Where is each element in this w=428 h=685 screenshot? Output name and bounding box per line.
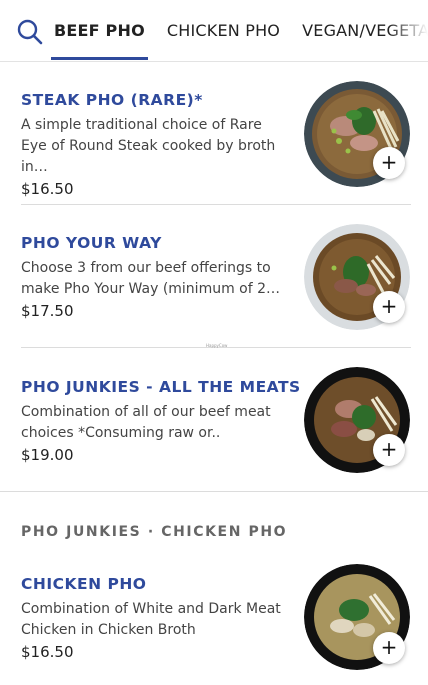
item-description: A simple traditional choice of Rare Eye … <box>21 117 276 175</box>
watermark: HappyCow <box>206 343 228 348</box>
item-divider <box>21 204 411 205</box>
add-to-cart-button[interactable]: + <box>373 632 405 664</box>
add-to-cart-button[interactable]: + <box>373 291 405 323</box>
item-description: Choose 3 from our beef offerings to make… <box>21 260 281 297</box>
category-tabs: BEEF PHO CHICKEN PHO VEGAN/VEGETARIAN <box>51 0 428 61</box>
tab-beef-pho[interactable]: BEEF PHO <box>51 0 148 61</box>
section-divider <box>0 491 428 492</box>
search-icon <box>17 19 43 45</box>
add-to-cart-button[interactable]: + <box>373 147 405 179</box>
item-description: Combination of all of our beef meat choi… <box>21 404 271 441</box>
section-heading: PHO JUNKIES · CHICKEN PHO <box>21 524 288 540</box>
add-to-cart-button[interactable]: + <box>373 434 405 466</box>
tab-vegan-vegetarian[interactable]: VEGAN/VEGETARIAN <box>302 0 428 61</box>
category-tab-bar: BEEF PHO CHICKEN PHO VEGAN/VEGETARIAN <box>0 0 428 62</box>
tab-chicken-pho[interactable]: CHICKEN PHO <box>167 0 280 61</box>
search-button[interactable] <box>16 18 44 46</box>
item-description: Combination of White and Dark Meat Chick… <box>21 601 281 638</box>
